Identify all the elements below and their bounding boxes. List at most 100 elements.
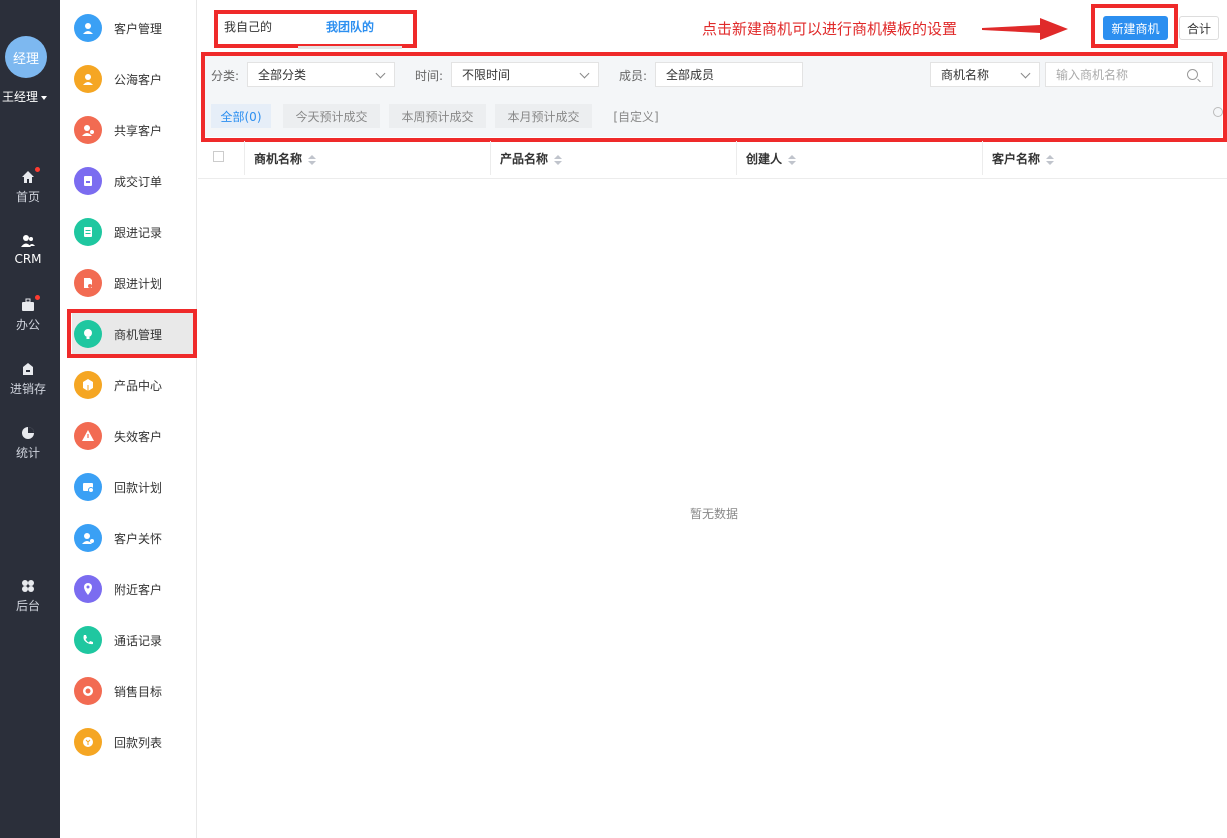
search-icon[interactable] — [1187, 69, 1198, 80]
submenu-item-label: 共享客户 — [114, 123, 163, 138]
submenu-item-label: 产品中心 — [114, 378, 163, 393]
main-nav-rail: 经理 王经理 首页 CRM 办公 进销存 统计 后台 — [0, 0, 60, 838]
select-all-checkbox[interactable] — [213, 151, 224, 162]
column-divider — [982, 141, 983, 175]
avatar[interactable]: 经理 — [5, 36, 47, 78]
share-customer-icon — [74, 116, 102, 144]
rail-item-crm[interactable]: CRM — [0, 234, 56, 266]
followup-plan-icon — [74, 269, 102, 297]
submenu-item[interactable]: 回款列表 — [72, 721, 196, 763]
submenu-item-label: 跟进记录 — [114, 225, 163, 240]
table-header: 商机名称 产品名称 创建人 客户名称 — [198, 137, 1227, 179]
submenu-item[interactable]: 回款计划 — [72, 466, 196, 508]
submenu-item-label: 跟进计划 — [114, 276, 163, 291]
submenu-item-label: 销售目标 — [114, 684, 163, 699]
submenu-item[interactable]: 附近客户 — [72, 568, 196, 610]
member-value: 全部成员 — [666, 68, 715, 82]
submenu-item[interactable]: 失效客户 — [72, 415, 196, 457]
quick-tab-all[interactable]: 全部(0) — [211, 104, 271, 128]
caret-down-icon — [41, 95, 48, 100]
submenu-item-label: 附近客户 — [114, 582, 163, 597]
submenu-item[interactable]: 产品中心 — [72, 364, 196, 406]
submenu-item-label: 通话记录 — [114, 633, 163, 648]
time-select[interactable]: 不限时间 — [451, 62, 599, 87]
annotation-text: 点击新建商机可以进行商机模板的设置 — [702, 20, 958, 38]
search-input[interactable]: 输入商机名称 — [1045, 62, 1213, 87]
care-icon — [74, 524, 102, 552]
column-label: 产品名称 — [500, 152, 549, 166]
rail-item-home[interactable]: 首页 — [0, 167, 56, 205]
column-product-name[interactable]: 产品名称 — [500, 150, 563, 167]
payment-plan-icon — [74, 473, 102, 501]
briefcase-icon — [22, 298, 34, 311]
submenu-item[interactable]: 跟进计划 — [72, 262, 196, 304]
annotation-box-menu — [67, 309, 197, 358]
rail-item-stats[interactable]: 统计 — [0, 426, 56, 461]
notification-dot — [35, 295, 40, 300]
tab-mine[interactable]: 我自己的 — [224, 18, 272, 35]
column-divider — [736, 141, 737, 175]
submenu-item[interactable]: 共享客户 — [72, 109, 196, 151]
submenu-item[interactable]: 客户关怀 — [72, 517, 196, 559]
notification-dot — [35, 167, 40, 172]
new-opportunity-button[interactable]: 新建商机 — [1103, 16, 1168, 40]
chevron-down-icon — [375, 68, 386, 79]
submenu-item-label: 失效客户 — [114, 429, 163, 444]
order-icon — [74, 167, 102, 195]
submenu-item[interactable]: 成交订单 — [72, 160, 196, 202]
search-field-select[interactable]: 商机名称 — [930, 62, 1040, 87]
grid-icon — [22, 580, 34, 592]
sort-icon[interactable] — [554, 154, 563, 165]
rail-label: 进销存 — [9, 382, 46, 396]
rail-item-office[interactable]: 办公 — [0, 295, 56, 333]
username-label: 王经理 — [2, 90, 39, 104]
column-divider — [244, 141, 245, 175]
sort-icon[interactable] — [308, 154, 317, 165]
tab-underline — [298, 46, 402, 49]
gear-icon[interactable] — [1213, 107, 1223, 117]
quick-tab-week[interactable]: 本周预计成交 — [389, 104, 486, 128]
sort-icon[interactable] — [788, 154, 797, 165]
sort-icon[interactable] — [1046, 154, 1055, 165]
column-customer-name[interactable]: 客户名称 — [992, 150, 1055, 167]
user-menu[interactable]: 王经理 — [2, 88, 48, 105]
submenu-item[interactable]: 通话记录 — [72, 619, 196, 661]
submenu-item[interactable]: 公海客户 — [72, 58, 196, 100]
quick-tab-custom[interactable]: [自定义] — [604, 104, 668, 128]
submenu-item[interactable]: 客户管理 — [72, 7, 196, 49]
column-label: 创建人 — [746, 152, 783, 166]
empty-state-text: 暂无数据 — [690, 507, 739, 521]
rail-label: 统计 — [15, 446, 40, 460]
column-creator[interactable]: 创建人 — [746, 150, 797, 167]
phone-icon — [74, 626, 102, 654]
column-label: 客户名称 — [992, 152, 1041, 166]
customer-icon — [74, 14, 102, 42]
quick-tab-today[interactable]: 今天预计成交 — [283, 104, 380, 128]
column-label: 商机名称 — [254, 152, 303, 166]
submenu-item-label: 客户关怀 — [114, 531, 163, 546]
submenu-item[interactable]: 跟进记录 — [72, 211, 196, 253]
total-button[interactable]: 合计 — [1179, 16, 1219, 40]
column-divider — [490, 141, 491, 175]
submenu-item-label: 客户管理 — [114, 21, 163, 36]
search-field-value: 商机名称 — [941, 68, 990, 82]
submenu-item-label: 回款列表 — [114, 735, 163, 750]
time-value: 不限时间 — [462, 68, 511, 82]
submenu-item[interactable]: 销售目标 — [72, 670, 196, 712]
location-icon — [74, 575, 102, 603]
home-icon — [22, 171, 34, 183]
member-select[interactable]: 全部成员 — [655, 62, 803, 87]
chevron-down-icon — [579, 68, 590, 79]
quick-tab-month[interactable]: 本月预计成交 — [495, 104, 592, 128]
payment-list-icon — [74, 728, 102, 756]
category-select[interactable]: 全部分类 — [247, 62, 395, 87]
rail-label: CRM — [14, 252, 42, 266]
tab-team[interactable]: 我团队的 — [326, 18, 374, 35]
category-label: 分类: — [211, 69, 240, 83]
column-opportunity-name[interactable]: 商机名称 — [254, 150, 317, 167]
rail-label: 首页 — [15, 190, 40, 204]
rail-item-admin[interactable]: 后台 — [0, 579, 56, 614]
rail-item-inventory[interactable]: 进销存 — [0, 362, 56, 397]
warning-icon — [74, 422, 102, 450]
rail-label: 后台 — [15, 599, 40, 613]
